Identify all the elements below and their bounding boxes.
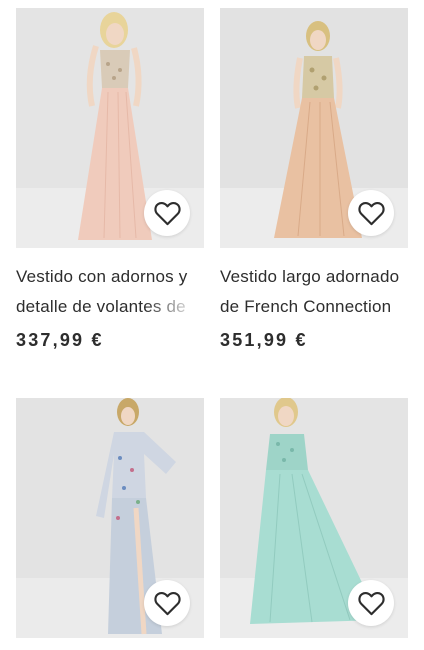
heart-outline-icon (357, 591, 385, 615)
product-title-line: Vestido con adornos y (16, 267, 188, 286)
product-image[interactable] (220, 8, 408, 248)
product-card[interactable] (16, 398, 204, 638)
product-title-line: Vestido largo adornado (220, 267, 400, 286)
heart-outline-icon (153, 591, 181, 615)
product-card[interactable] (220, 398, 408, 638)
product-card[interactable]: Vestido con adornos y detalle de volante… (16, 8, 204, 351)
product-title[interactable]: Vestido con adornos y detalle de volante… (16, 262, 204, 322)
product-price: 337,99 € (16, 330, 104, 350)
product-image[interactable] (16, 8, 204, 248)
heart-outline-icon (357, 201, 385, 225)
wishlist-button[interactable] (144, 190, 190, 236)
product-title-line: detalle de volantes de (16, 297, 186, 316)
wishlist-button[interactable] (348, 190, 394, 236)
product-card[interactable]: Vestido largo adornado de French Connect… (220, 8, 408, 351)
product-title[interactable]: Vestido largo adornado de French Connect… (220, 262, 408, 322)
wishlist-button[interactable] (144, 580, 190, 626)
wishlist-button[interactable] (348, 580, 394, 626)
product-title-line: de French Connection (220, 297, 392, 316)
product-image[interactable] (220, 398, 408, 638)
product-image[interactable] (16, 398, 204, 638)
product-price: 351,99 € (220, 330, 308, 350)
heart-outline-icon (153, 201, 181, 225)
